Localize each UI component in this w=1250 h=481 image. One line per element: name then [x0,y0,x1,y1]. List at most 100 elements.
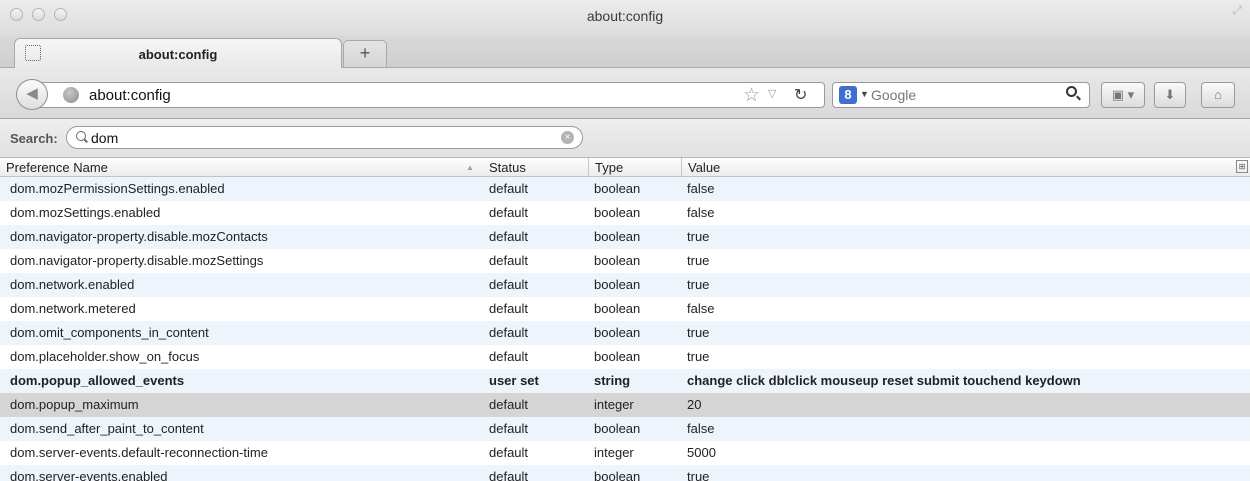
pref-status-cell: default [489,325,529,340]
table-row[interactable]: dom.network.metered default boolean false [0,297,1250,321]
pref-value-cell: true [687,469,710,481]
table-row[interactable]: dom.mozSettings.enabled default boolean fal… [0,201,1250,225]
pref-name-cell: dom.server-events.default-reconnection-t… [10,445,268,460]
pref-name-cell: dom.send_after_paint_to_content [10,421,204,436]
table-row[interactable]: dom.network.enabled default boolean true [0,273,1250,297]
tab-label: about:config [138,47,218,62]
pref-status-cell: default [489,277,529,292]
pref-name-cell: dom.omit_components_in_content [10,325,209,340]
pref-value-cell: false [687,421,715,436]
pref-name-cell: dom.mozSettings.enabled [10,205,161,220]
pref-type-cell: integer [594,397,634,412]
table-row[interactable]: dom.popup_maximum default integer 20 [0,393,1250,417]
tab-strip: about:config + [0,36,1250,68]
pref-type-cell: boolean [594,421,641,436]
config-search-bar: Search: × [0,119,1250,158]
column-header-status[interactable]: Status [483,158,588,177]
table-row[interactable]: dom.send_after_paint_to_content default bo… [0,417,1250,441]
pref-type-cell: integer [594,445,634,460]
new-tab-button[interactable]: + [343,40,387,67]
pref-value-cell: true [687,229,710,244]
pref-status-cell: default [489,229,529,244]
home-button[interactable]: ⌂ [1201,82,1235,108]
pref-type-cell: boolean [594,301,641,316]
pref-status-cell: user set [489,373,539,388]
pref-value-cell: change click dblclick mouseup reset subm… [687,373,1081,388]
preferences-table-body: dom.mozPermissionSettings.enabled default… [0,177,1250,481]
back-arrow-icon: ◀ [26,85,38,102]
table-row[interactable]: dom.server-events.enabled default boolean t… [0,465,1250,481]
config-search-input[interactable] [66,126,583,149]
pref-type-cell: boolean [594,205,641,220]
table-row[interactable]: dom.omit_components_in_content default boo… [0,321,1250,345]
pref-value-cell: false [687,181,715,196]
downloads-button[interactable]: ⬇ [1154,82,1186,108]
pref-value-cell: 20 [687,397,702,412]
pref-value-cell: 5000 [687,445,716,460]
search-engine-placeholder: Google [871,87,917,103]
table-row[interactable]: dom.popup_allowed_events user set string ch… [0,369,1250,393]
pref-value-cell: false [687,205,715,220]
column-header-value[interactable]: Value [681,158,1230,177]
pref-status-cell: default [489,469,529,481]
pref-name-cell: dom.server-events.enabled [10,469,168,481]
pref-type-cell: boolean [594,469,641,481]
back-button[interactable]: ◀ [16,79,48,110]
reload-icon[interactable]: ↻ [794,85,807,105]
magnifier-icon[interactable] [1066,86,1077,97]
clear-search-icon[interactable]: × [561,131,574,144]
pref-value-cell: true [687,349,710,364]
pref-name-cell: dom.popup_maximum [10,397,139,412]
history-dropdown-icon[interactable]: ▽ [768,87,776,100]
pref-name-cell: dom.navigator-property.disable.mozSettin… [10,253,264,268]
pref-name-cell: dom.network.metered [10,301,136,316]
bookmarks-icon: ▣ ▾ [1111,87,1135,102]
table-row[interactable]: dom.navigator-property.disable.mozSettin… [0,249,1250,273]
pref-name-cell: dom.placeholder.show_on_focus [10,349,200,364]
pref-type-cell: boolean [594,325,641,340]
pref-status-cell: default [489,445,529,460]
navigation-toolbar: ◀ about:config ☆ ▽ ↻ 8 ▼ Google ▣ ▾ ⬇ ⌂ [0,68,1250,119]
web-search-box[interactable]: 8 ▼ Google [832,82,1090,108]
config-search-label: Search: [10,131,58,146]
pref-name-cell: dom.mozPermissionSettings.enabled [10,181,225,196]
pref-name-cell: dom.network.enabled [10,277,135,292]
pref-type-cell: boolean [594,229,641,244]
column-header-name[interactable]: Preference Name [0,158,483,177]
pref-status-cell: default [489,397,529,412]
pref-type-cell: boolean [594,277,641,292]
search-engine-icon[interactable]: 8 [839,86,857,104]
pref-type-cell: boolean [594,349,641,364]
engine-dropdown-icon[interactable]: ▼ [860,89,869,99]
pref-type-cell: boolean [594,253,641,268]
pref-status-cell: default [489,253,529,268]
tab-about-config[interactable]: about:config [14,38,342,68]
column-header-type[interactable]: Type [588,158,681,177]
magnifier-icon [76,131,86,141]
window-title: about:config [586,8,664,24]
column-picker-icon[interactable]: ⊞ [1236,160,1248,173]
pref-name-cell: dom.popup_allowed_events [10,373,185,388]
pref-value-cell: false [687,301,715,316]
pref-value-cell: true [687,253,710,268]
pref-name-cell: dom.navigator-property.disable.mozContac… [10,229,268,244]
plus-icon: + [359,43,371,63]
table-row[interactable]: dom.placeholder.show_on_focus default bool… [0,345,1250,369]
star-icon[interactable]: ☆ [743,84,760,107]
url-bar[interactable]: about:config ☆ ▽ ↻ [36,82,825,108]
bookmarks-menu-button[interactable]: ▣ ▾ [1101,82,1145,108]
pref-status-cell: default [489,349,529,364]
pref-type-cell: boolean [594,181,641,196]
globe-icon [63,87,79,103]
table-row[interactable]: dom.mozPermissionSettings.enabled default… [0,177,1250,201]
table-row[interactable]: dom.navigator-property.disable.mozContac… [0,225,1250,249]
sort-ascending-icon: ▲ [466,163,474,172]
window-titlebar: about:config ⤢ [0,0,1250,36]
pref-type-cell: string [594,373,631,388]
pref-status-cell: default [489,301,529,316]
pref-value-cell: true [687,277,710,292]
pref-status-cell: default [489,205,529,220]
table-row[interactable]: dom.server-events.default-reconnection-t… [0,441,1250,465]
preferences-table-header: Preference Name ▲ Status Type Value ⊞ [0,158,1250,177]
fullscreen-icon[interactable]: ⤢ [1232,3,1242,18]
